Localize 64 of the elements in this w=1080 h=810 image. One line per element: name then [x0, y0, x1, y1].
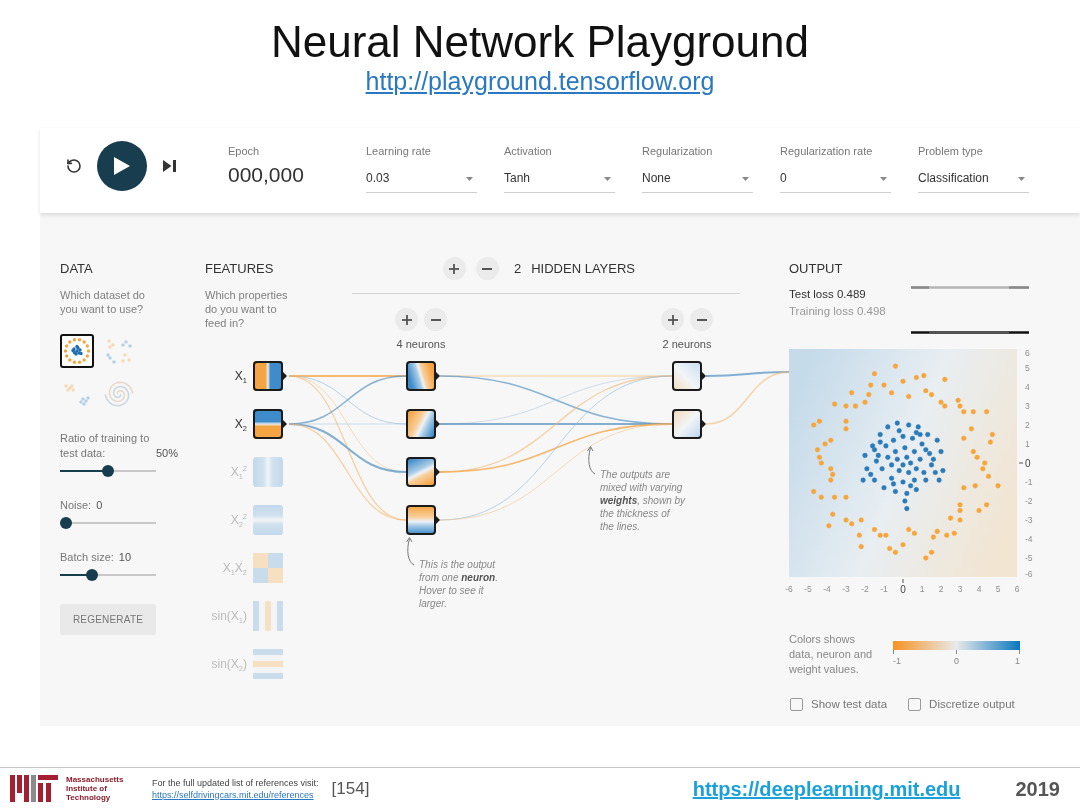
legend-text: Colors shows data, neuron and weight values.	[789, 632, 874, 677]
annotation-text: This is the output from one neuron. Hover to see it larger.	[419, 558, 499, 610]
axis-tick-label: -1	[880, 584, 888, 594]
field-label: Regularization	[642, 145, 713, 158]
axis-tick-label: -4	[823, 584, 831, 594]
checkbox-label: Show test data	[811, 697, 888, 712]
year: 2019	[1015, 776, 1060, 801]
section-hint: Which dataset do you want to use?	[60, 288, 146, 316]
section-hint: Which properties do you want to feed in?	[205, 288, 289, 330]
field-label: Regularization rate	[780, 145, 873, 158]
axis-tick-label: -4	[1025, 534, 1033, 544]
institute-name: Massachusetts Institute of Technology	[66, 775, 125, 802]
layer-count: 2	[514, 260, 522, 277]
slider-label: Ratio of training to test data:	[60, 431, 151, 461]
axis-tick-label: 4	[1025, 382, 1030, 392]
scale-label: -1	[893, 656, 901, 667]
slider-reading: 50%	[156, 446, 179, 461]
axis-tick-label: 1	[1025, 439, 1030, 449]
scale-label: 0	[954, 656, 959, 667]
feature-label: X$_{2}$	[234, 416, 247, 432]
feature-label: X$_{1}$	[234, 368, 247, 384]
slider-label: Batch size:	[60, 550, 114, 565]
field-label: Epoch	[228, 145, 260, 158]
axis-tick-label: 0	[900, 584, 906, 595]
axis-tick-label: 2	[938, 584, 944, 594]
axis-tick-label: 6	[1014, 584, 1020, 594]
references-note: For the full updated list of references visit:	[152, 776, 319, 789]
slider-reading: 0	[96, 498, 103, 513]
axis-tick-label: -5	[804, 584, 812, 594]
neuron-count: 2 neurons	[662, 337, 712, 351]
axis-tick-label: -2	[1025, 496, 1033, 506]
axis-tick-label: 4	[976, 584, 982, 594]
slider-label: Noise:	[60, 498, 92, 513]
axis-tick-label: 3	[957, 584, 963, 594]
axis-tick-label: -6	[1025, 569, 1033, 579]
section-title: FEATURES	[205, 260, 274, 278]
axis-tick-label: 5	[995, 584, 1001, 594]
axis-tick-label: 1	[919, 584, 925, 594]
section-title: DATA	[60, 260, 93, 278]
axis-tick-label: -2	[861, 584, 869, 594]
neuron-count: 4 neurons	[396, 337, 446, 351]
section-title: HIDDEN LAYERS	[531, 260, 635, 277]
axis-tick-label: -1	[1025, 477, 1033, 487]
axis-tick-label: 3	[1025, 401, 1030, 411]
checkbox-label: Discretize output	[929, 697, 1015, 712]
axis-tick-label: 0	[1025, 457, 1031, 469]
section-title: OUTPUT	[789, 260, 843, 278]
axis-tick-label: 6	[1025, 349, 1030, 358]
axis-tick-label: -3	[1025, 515, 1033, 525]
field-label: Problem type	[918, 145, 983, 158]
axis-tick-label: 2	[1025, 420, 1030, 430]
training-loss: Training loss 0.498	[789, 304, 886, 319]
test-loss: Test loss 0.489	[789, 287, 866, 302]
axis-tick-label: -6	[785, 584, 793, 594]
epoch-counter: 000,000	[228, 163, 304, 187]
field-label: Activation	[504, 145, 552, 158]
axis-tick-label: -5	[1025, 553, 1033, 563]
scale-label: 1	[1014, 656, 1020, 667]
slide-number: [154]	[331, 778, 370, 799]
axis-tick-label: -3	[842, 584, 850, 594]
axis-tick-label: 5	[1025, 363, 1030, 373]
slider-reading: 10	[118, 550, 132, 565]
slide-title: Neural Network Playground	[270, 17, 809, 67]
field-label: Learning rate	[366, 145, 431, 158]
